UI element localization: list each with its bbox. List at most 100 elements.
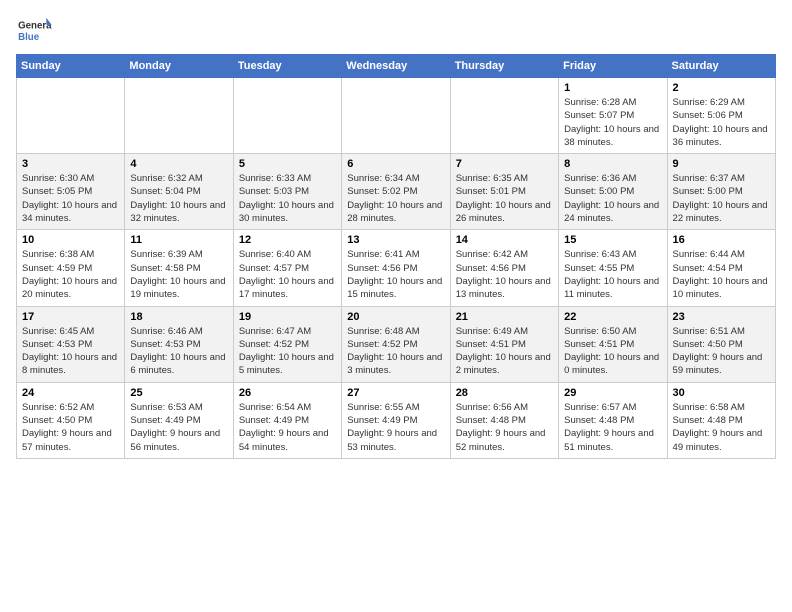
day-info: Sunrise: 6:58 AM Sunset: 4:48 PM Dayligh… — [673, 401, 770, 454]
day-header-sunday: Sunday — [17, 55, 125, 78]
calendar-day-cell: 7Sunrise: 6:35 AM Sunset: 5:01 PM Daylig… — [450, 154, 558, 230]
calendar-day-cell: 16Sunrise: 6:44 AM Sunset: 4:54 PM Dayli… — [667, 230, 775, 306]
day-number: 27 — [347, 387, 444, 399]
day-info: Sunrise: 6:52 AM Sunset: 4:50 PM Dayligh… — [22, 401, 119, 454]
day-info: Sunrise: 6:38 AM Sunset: 4:59 PM Dayligh… — [22, 248, 119, 301]
calendar-week-row: 10Sunrise: 6:38 AM Sunset: 4:59 PM Dayli… — [17, 230, 776, 306]
svg-text:Blue: Blue — [18, 32, 40, 43]
day-header-wednesday: Wednesday — [342, 55, 450, 78]
day-number: 4 — [130, 158, 227, 170]
day-number: 19 — [239, 311, 336, 323]
day-number: 25 — [130, 387, 227, 399]
calendar-day-cell: 10Sunrise: 6:38 AM Sunset: 4:59 PM Dayli… — [17, 230, 125, 306]
calendar-day-cell — [17, 78, 125, 154]
calendar-day-cell — [125, 78, 233, 154]
calendar-day-cell: 1 Sunrise: 6:28 AM Sunset: 5:07 PM Daylig… — [559, 78, 667, 154]
day-info: Sunrise: 6:35 AM Sunset: 5:01 PM Dayligh… — [456, 172, 553, 225]
day-info: Sunrise: 6:45 AM Sunset: 4:53 PM Dayligh… — [22, 325, 119, 378]
calendar-day-cell: 30 Sunrise: 6:58 AM Sunset: 4:48 PM Dayli… — [667, 382, 775, 458]
day-info: Sunrise: 6:48 AM Sunset: 4:52 PM Dayligh… — [347, 325, 444, 378]
day-number: 1 — [564, 82, 661, 94]
calendar-day-cell: 11Sunrise: 6:39 AM Sunset: 4:58 PM Dayli… — [125, 230, 233, 306]
day-number: 18 — [130, 311, 227, 323]
day-number: 23 — [673, 311, 770, 323]
calendar-day-cell: 28 Sunrise: 6:56 AM Sunset: 4:48 PM Dayli… — [450, 382, 558, 458]
calendar-day-cell: 2 Sunrise: 6:29 AM Sunset: 5:06 PM Daylig… — [667, 78, 775, 154]
calendar-day-cell — [233, 78, 341, 154]
day-number: 29 — [564, 387, 661, 399]
calendar-day-cell: 17 Sunrise: 6:45 AM Sunset: 4:53 PM Dayli… — [17, 306, 125, 382]
calendar-day-cell: 21 Sunrise: 6:49 AM Sunset: 4:51 PM Dayli… — [450, 306, 558, 382]
calendar-day-cell: 23 Sunrise: 6:51 AM Sunset: 4:50 PM Dayli… — [667, 306, 775, 382]
day-number: 21 — [456, 311, 553, 323]
calendar-day-cell: 3 Sunrise: 6:30 AM Sunset: 5:05 PM Daylig… — [17, 154, 125, 230]
day-header-tuesday: Tuesday — [233, 55, 341, 78]
day-header-saturday: Saturday — [667, 55, 775, 78]
day-number: 12 — [239, 234, 336, 246]
calendar-day-cell: 8Sunrise: 6:36 AM Sunset: 5:00 PM Daylig… — [559, 154, 667, 230]
day-number: 26 — [239, 387, 336, 399]
day-number: 3 — [22, 158, 119, 170]
page-header: General Blue — [16, 16, 776, 46]
day-number: 28 — [456, 387, 553, 399]
calendar-week-row: 17 Sunrise: 6:45 AM Sunset: 4:53 PM Dayli… — [17, 306, 776, 382]
calendar-day-cell: 20 Sunrise: 6:48 AM Sunset: 4:52 PM Dayli… — [342, 306, 450, 382]
calendar-day-cell: 5Sunrise: 6:33 AM Sunset: 5:03 PM Daylig… — [233, 154, 341, 230]
day-number: 2 — [673, 82, 770, 94]
day-number: 17 — [22, 311, 119, 323]
calendar-day-cell: 26 Sunrise: 6:54 AM Sunset: 4:49 PM Dayli… — [233, 382, 341, 458]
calendar-day-cell: 13 Sunrise: 6:41 AM Sunset: 4:56 PM Dayli… — [342, 230, 450, 306]
day-number: 15 — [564, 234, 661, 246]
day-info: Sunrise: 6:51 AM Sunset: 4:50 PM Dayligh… — [673, 325, 770, 378]
calendar-day-cell: 18 Sunrise: 6:46 AM Sunset: 4:53 PM Dayli… — [125, 306, 233, 382]
day-info: Sunrise: 6:47 AM Sunset: 4:52 PM Dayligh… — [239, 325, 336, 378]
day-info: Sunrise: 6:34 AM Sunset: 5:02 PM Dayligh… — [347, 172, 444, 225]
logo: General Blue — [16, 16, 52, 46]
day-number: 22 — [564, 311, 661, 323]
day-info: Sunrise: 6:49 AM Sunset: 4:51 PM Dayligh… — [456, 325, 553, 378]
calendar-day-cell: 24 Sunrise: 6:52 AM Sunset: 4:50 PM Dayli… — [17, 382, 125, 458]
day-info: Sunrise: 6:43 AM Sunset: 4:55 PM Dayligh… — [564, 248, 661, 301]
day-info: Sunrise: 6:33 AM Sunset: 5:03 PM Dayligh… — [239, 172, 336, 225]
calendar-day-cell — [450, 78, 558, 154]
day-number: 8 — [564, 158, 661, 170]
day-info: Sunrise: 6:46 AM Sunset: 4:53 PM Dayligh… — [130, 325, 227, 378]
day-info: Sunrise: 6:54 AM Sunset: 4:49 PM Dayligh… — [239, 401, 336, 454]
day-number: 20 — [347, 311, 444, 323]
calendar-day-cell: 29Sunrise: 6:57 AM Sunset: 4:48 PM Dayli… — [559, 382, 667, 458]
day-info: Sunrise: 6:37 AM Sunset: 5:00 PM Dayligh… — [673, 172, 770, 225]
day-number: 13 — [347, 234, 444, 246]
calendar-day-cell: 27 Sunrise: 6:55 AM Sunset: 4:49 PM Dayli… — [342, 382, 450, 458]
day-header-monday: Monday — [125, 55, 233, 78]
day-info: Sunrise: 6:28 AM Sunset: 5:07 PM Dayligh… — [564, 96, 661, 149]
calendar-day-cell: 25 Sunrise: 6:53 AM Sunset: 4:49 PM Dayli… — [125, 382, 233, 458]
day-number: 30 — [673, 387, 770, 399]
day-header-friday: Friday — [559, 55, 667, 78]
day-number: 9 — [673, 158, 770, 170]
calendar-week-row: 1 Sunrise: 6:28 AM Sunset: 5:07 PM Daylig… — [17, 78, 776, 154]
calendar-day-cell: 15 Sunrise: 6:43 AM Sunset: 4:55 PM Dayli… — [559, 230, 667, 306]
calendar-day-cell: 14Sunrise: 6:42 AM Sunset: 4:56 PM Dayli… — [450, 230, 558, 306]
day-info: Sunrise: 6:29 AM Sunset: 5:06 PM Dayligh… — [673, 96, 770, 149]
day-info: Sunrise: 6:55 AM Sunset: 4:49 PM Dayligh… — [347, 401, 444, 454]
day-info: Sunrise: 6:53 AM Sunset: 4:49 PM Dayligh… — [130, 401, 227, 454]
day-info: Sunrise: 6:32 AM Sunset: 5:04 PM Dayligh… — [130, 172, 227, 225]
day-info: Sunrise: 6:41 AM Sunset: 4:56 PM Dayligh… — [347, 248, 444, 301]
day-info: Sunrise: 6:56 AM Sunset: 4:48 PM Dayligh… — [456, 401, 553, 454]
calendar-day-cell: 12Sunrise: 6:40 AM Sunset: 4:57 PM Dayli… — [233, 230, 341, 306]
calendar-day-cell: 22 Sunrise: 6:50 AM Sunset: 4:51 PM Dayli… — [559, 306, 667, 382]
calendar-day-cell — [342, 78, 450, 154]
day-number: 24 — [22, 387, 119, 399]
day-number: 6 — [347, 158, 444, 170]
day-info: Sunrise: 6:50 AM Sunset: 4:51 PM Dayligh… — [564, 325, 661, 378]
calendar-table: SundayMondayTuesdayWednesdayThursdayFrid… — [16, 54, 776, 459]
calendar-day-cell: 6 Sunrise: 6:34 AM Sunset: 5:02 PM Daylig… — [342, 154, 450, 230]
day-number: 14 — [456, 234, 553, 246]
day-info: Sunrise: 6:44 AM Sunset: 4:54 PM Dayligh… — [673, 248, 770, 301]
calendar-week-row: 3 Sunrise: 6:30 AM Sunset: 5:05 PM Daylig… — [17, 154, 776, 230]
day-header-thursday: Thursday — [450, 55, 558, 78]
day-info: Sunrise: 6:39 AM Sunset: 4:58 PM Dayligh… — [130, 248, 227, 301]
calendar-day-cell: 4 Sunrise: 6:32 AM Sunset: 5:04 PM Daylig… — [125, 154, 233, 230]
calendar-day-cell: 9 Sunrise: 6:37 AM Sunset: 5:00 PM Daylig… — [667, 154, 775, 230]
day-info: Sunrise: 6:30 AM Sunset: 5:05 PM Dayligh… — [22, 172, 119, 225]
